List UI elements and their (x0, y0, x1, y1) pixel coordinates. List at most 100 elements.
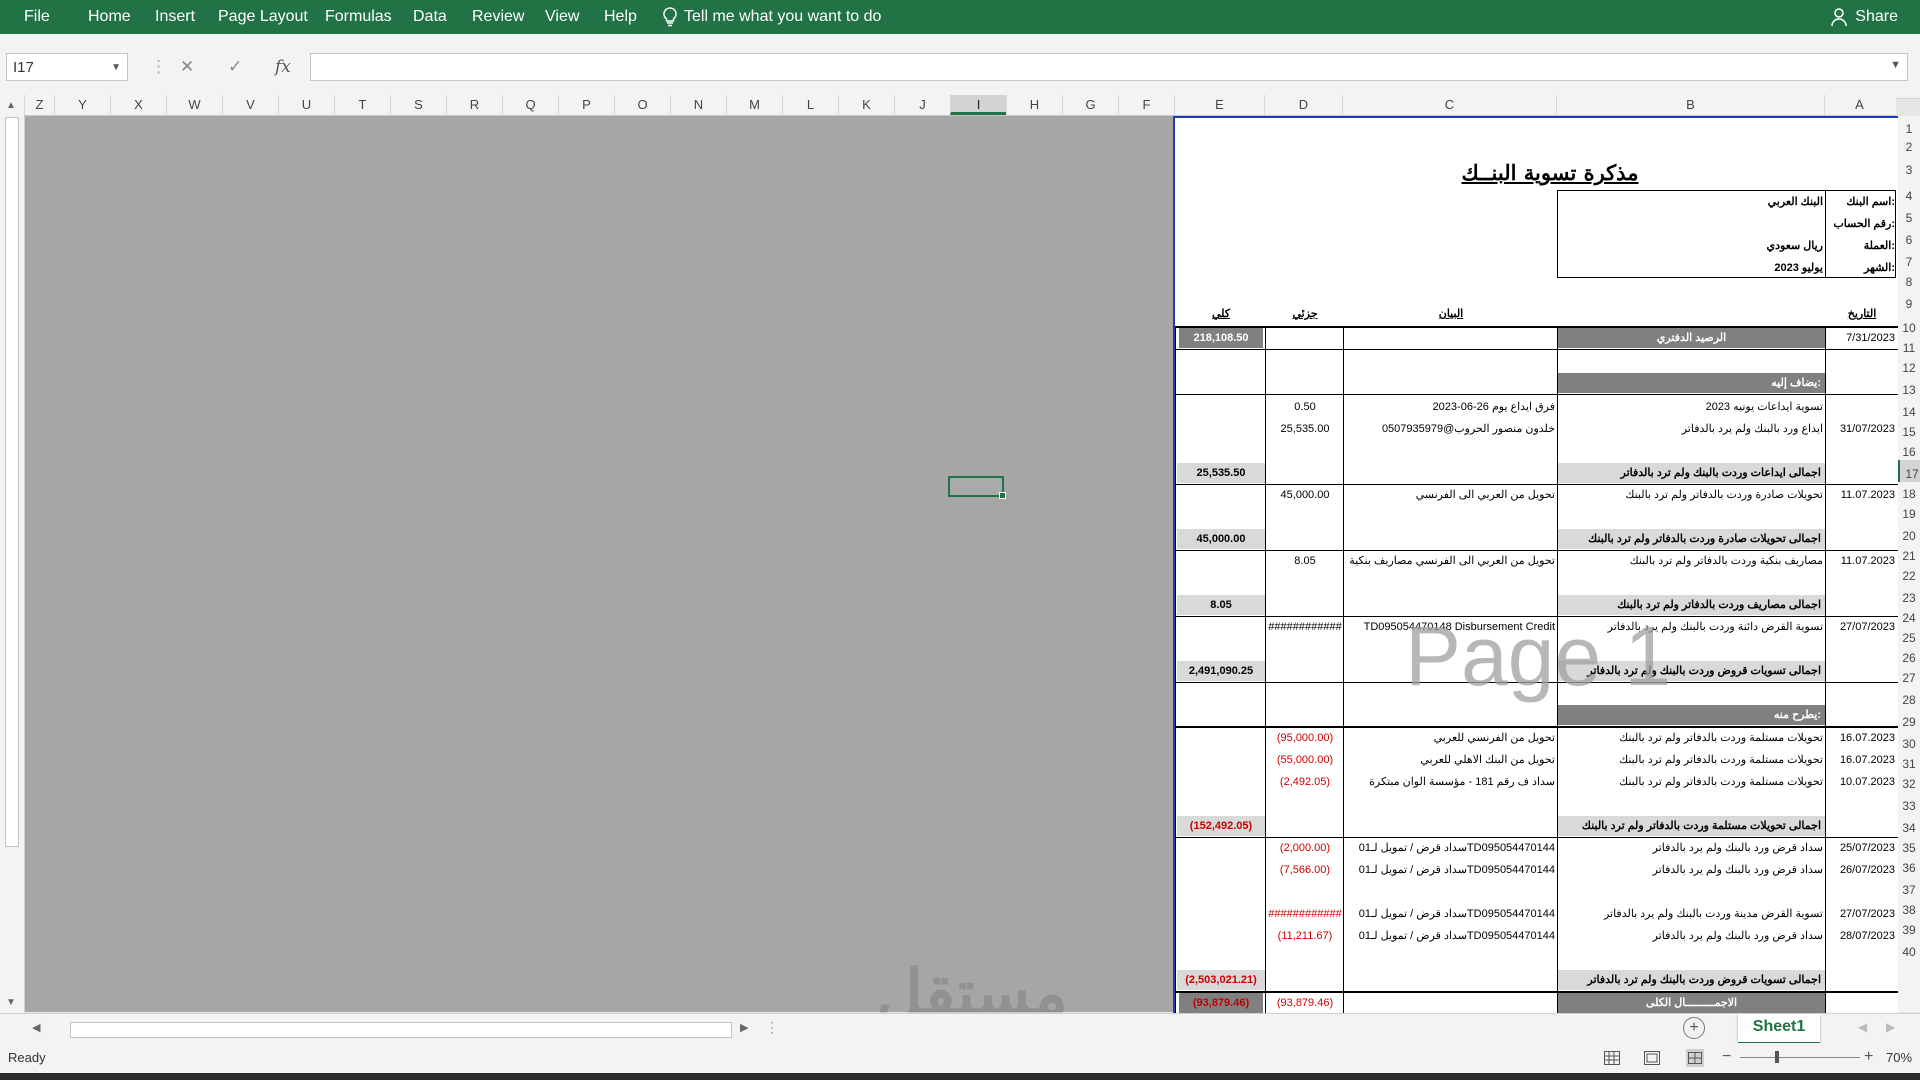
row-header-1[interactable]: 1 (1897, 116, 1920, 136)
row-header-39[interactable]: 39 (1897, 916, 1920, 938)
column-header-v[interactable]: V (222, 95, 278, 115)
tab-scroll-right-icon[interactable]: ▶ (1886, 1020, 1895, 1034)
column-header-a[interactable]: A (1824, 95, 1894, 115)
column-header-h[interactable]: H (1006, 95, 1062, 115)
zoom-out-icon[interactable]: − (1722, 1048, 1731, 1066)
menu-insert[interactable]: Insert (155, 0, 195, 34)
row-header-30[interactable]: 30 (1897, 730, 1920, 752)
row-header-17[interactable]: 17 (1897, 460, 1920, 482)
menu-formulas[interactable]: Formulas (325, 0, 392, 34)
row-header-35[interactable]: 35 (1897, 836, 1920, 855)
row-header-22[interactable]: 22 (1897, 562, 1920, 584)
tab-scroll-left-icon[interactable]: ◀ (1858, 1020, 1867, 1034)
sheet-tab-sheet1[interactable]: Sheet1 (1738, 1014, 1820, 1045)
row-header-5[interactable]: 5 (1897, 204, 1920, 226)
row-header-2[interactable]: 2 (1897, 136, 1920, 154)
row-header-18[interactable]: 18 (1897, 482, 1920, 501)
add-sheet-button[interactable]: + (1683, 1017, 1705, 1039)
scroll-up-icon[interactable]: ▲ (6, 100, 16, 111)
row-header-21[interactable]: 21 (1897, 544, 1920, 563)
row-header-4[interactable]: 4 (1897, 182, 1920, 204)
row-header-36[interactable]: 36 (1897, 854, 1920, 876)
row-header-16[interactable]: 16 (1897, 438, 1920, 460)
column-header-i[interactable]: I (950, 95, 1006, 115)
page-break-preview-icon[interactable] (1686, 1049, 1704, 1067)
column-header-y[interactable]: Y (54, 95, 110, 115)
column-header-p[interactable]: P (558, 95, 614, 115)
column-header-k[interactable]: K (838, 95, 894, 115)
zoom-slider[interactable] (1740, 1057, 1860, 1058)
row-header-10[interactable]: 10 (1897, 314, 1920, 336)
enter-icon[interactable]: ✓ (228, 53, 242, 81)
row-header-19[interactable]: 19 (1897, 500, 1920, 522)
zoom-slider-handle[interactable] (1775, 1051, 1779, 1063)
split-handle-icon[interactable]: ⋮ (765, 1019, 779, 1036)
scroll-down-icon[interactable]: ▼ (6, 997, 16, 1008)
column-header-f[interactable]: F (1118, 95, 1174, 115)
row-header-38[interactable]: 38 (1897, 898, 1920, 917)
row-header-29[interactable]: 29 (1897, 708, 1920, 730)
share-button[interactable]: Share (1831, 0, 1898, 34)
name-box[interactable]: I17 ▼ (6, 53, 128, 81)
scroll-left-icon[interactable]: ◀ (32, 1021, 40, 1034)
row-header-27[interactable]: 27 (1897, 664, 1920, 686)
row-header-28[interactable]: 28 (1897, 686, 1920, 708)
expand-formula-icon[interactable]: ▼ (1890, 59, 1901, 71)
column-header-l[interactable]: L (782, 95, 838, 115)
row-header-26[interactable]: 26 (1897, 646, 1920, 665)
horizontal-scrollbar[interactable]: ◀ ▶ (24, 1020, 754, 1038)
row-header-24[interactable]: 24 (1897, 606, 1920, 625)
row-header-25[interactable]: 25 (1897, 624, 1920, 646)
column-header-j[interactable]: J (894, 95, 950, 115)
row-header-32[interactable]: 32 (1897, 770, 1920, 792)
column-header-d[interactable]: D (1264, 95, 1342, 115)
vertical-scroll-thumb[interactable] (5, 117, 19, 847)
row-header-31[interactable]: 31 (1897, 752, 1920, 771)
selected-cell[interactable] (948, 476, 1006, 499)
print-page[interactable]: مذكرة تسوية البنــك اسم البنك: البنك الع… (1173, 116, 1898, 1014)
column-header-c[interactable]: C (1342, 95, 1556, 115)
zoom-in-icon[interactable]: + (1864, 1048, 1873, 1066)
column-header-u[interactable]: U (278, 95, 334, 115)
column-header-t[interactable]: T (334, 95, 390, 115)
column-header-x[interactable]: X (110, 95, 166, 115)
scroll-right-icon[interactable]: ▶ (740, 1021, 748, 1034)
menu-view[interactable]: View (545, 0, 579, 34)
row-header-34[interactable]: 34 (1897, 814, 1920, 836)
row-header-12[interactable]: 12 (1897, 354, 1920, 376)
row-header-8[interactable]: 8 (1897, 270, 1920, 289)
row-header-15[interactable]: 15 (1897, 420, 1920, 439)
row-header-14[interactable]: 14 (1897, 398, 1920, 420)
row-header-13[interactable]: 13 (1897, 376, 1920, 398)
vertical-scrollbar[interactable]: ▲ ▼ (0, 95, 25, 1013)
insert-function-icon[interactable]: fx (275, 53, 291, 81)
column-header-e[interactable]: E (1174, 95, 1264, 115)
column-header-r[interactable]: R (446, 95, 502, 115)
horizontal-scroll-thumb[interactable] (70, 1022, 732, 1038)
row-header-9[interactable]: 9 (1897, 288, 1920, 314)
column-header-g[interactable]: G (1062, 95, 1118, 115)
tell-me-box[interactable]: Tell me what you want to do (662, 0, 881, 34)
page-layout-view-icon[interactable] (1644, 1051, 1660, 1065)
column-header-n[interactable]: N (670, 95, 726, 115)
zoom-level[interactable]: 70% (1886, 1050, 1912, 1065)
row-header-23[interactable]: 23 (1897, 584, 1920, 606)
non-print-area[interactable] (25, 116, 1173, 1012)
row-header-33[interactable]: 33 (1897, 792, 1920, 814)
formula-input[interactable]: ▼ (310, 53, 1908, 81)
column-header-q[interactable]: Q (502, 95, 558, 115)
row-header-3[interactable]: 3 (1897, 152, 1920, 182)
menu-review[interactable]: Review (472, 0, 524, 34)
row-header-11[interactable]: 11 (1897, 336, 1920, 355)
column-header-z[interactable]: Z (24, 95, 54, 115)
normal-view-icon[interactable] (1604, 1051, 1620, 1065)
column-header-o[interactable]: O (614, 95, 670, 115)
column-header-s[interactable]: S (390, 95, 446, 115)
row-header-37[interactable]: 37 (1897, 876, 1920, 898)
menu-data[interactable]: Data (413, 0, 447, 34)
row-header-20[interactable]: 20 (1897, 522, 1920, 544)
column-header-b[interactable]: B (1556, 95, 1824, 115)
menu-page-layout[interactable]: Page Layout (218, 0, 308, 34)
row-header-40[interactable]: 40 (1897, 938, 1920, 960)
row-header-7[interactable]: 7 (1897, 248, 1920, 270)
